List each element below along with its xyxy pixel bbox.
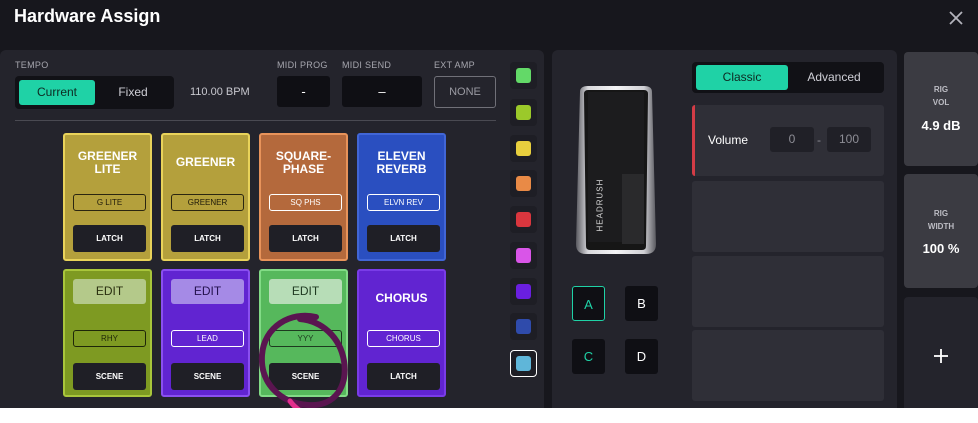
midi-prog-label: MIDI PROG xyxy=(277,60,328,70)
swatch-dot xyxy=(516,319,531,334)
mode-advanced-option[interactable]: Advanced xyxy=(788,65,880,90)
footswitch-name: GREENER LITE xyxy=(77,149,138,176)
tempo-toggle: Current Fixed xyxy=(15,76,174,109)
mode-classic-option[interactable]: Classic xyxy=(696,65,788,90)
mode-toggle: Classic Advanced xyxy=(692,62,884,93)
annotation-circle xyxy=(258,312,348,408)
hardware-assign-window: Hardware Assign TEMPO Current Fixed 110.… xyxy=(0,0,978,408)
rig-width-value: 100 % xyxy=(922,241,960,256)
color-swatch-green[interactable] xyxy=(510,62,537,89)
latch-button[interactable]: LATCH xyxy=(269,225,342,252)
divider xyxy=(15,120,496,121)
midi-prog-field[interactable]: - xyxy=(277,76,330,107)
latch-button[interactable]: LATCH xyxy=(171,225,244,252)
footswitch-name: ELEVEN REVERB xyxy=(376,149,427,176)
assignment-slot-4[interactable] xyxy=(692,330,884,401)
swatch-dot xyxy=(516,212,531,227)
footswitch-name: CHORUS xyxy=(375,291,428,305)
range-max-field[interactable]: 100 xyxy=(827,127,871,152)
swatch-dot xyxy=(516,141,531,156)
close-button[interactable] xyxy=(945,7,967,29)
footswitch-6[interactable]: EDIT LEAD SCENE xyxy=(161,269,250,397)
footswitch-4[interactable]: ELEVEN REVERB ELVN REV LATCH xyxy=(357,133,446,261)
expression-pedal-image xyxy=(576,86,656,254)
color-swatch-purple[interactable] xyxy=(510,278,537,305)
range-separator: - xyxy=(817,133,821,147)
pedal-button-a[interactable]: A xyxy=(572,286,605,321)
pedal-button-c[interactable]: C xyxy=(572,339,605,374)
color-swatch-blue[interactable] xyxy=(510,313,537,340)
edit-button[interactable]: EDIT xyxy=(73,279,146,304)
swatch-dot xyxy=(516,248,531,263)
rig-width-card[interactable]: RIG WIDTH 100 % xyxy=(904,174,978,288)
rig-vol-value: 4.9 dB xyxy=(921,118,961,133)
color-swatch-red[interactable] xyxy=(510,206,537,233)
footswitch-label[interactable]: CHORUS xyxy=(367,330,440,347)
footswitch-label[interactable]: LEAD xyxy=(171,330,244,347)
latch-button[interactable]: LATCH xyxy=(367,225,440,252)
bpm-readout: 110.00 BPM xyxy=(190,86,250,98)
window-title: Hardware Assign xyxy=(14,6,161,26)
range-min-field[interactable]: 0 xyxy=(770,127,814,152)
swatch-dot xyxy=(516,68,531,83)
color-swatch-lime[interactable] xyxy=(510,99,537,126)
close-icon[interactable] xyxy=(945,7,967,29)
footswitch-label[interactable]: G LITE xyxy=(73,194,146,211)
footswitch-2[interactable]: GREENER GREENER LATCH xyxy=(161,133,250,261)
plus-icon[interactable] xyxy=(933,348,949,364)
footswitch-label[interactable]: RHY xyxy=(73,330,146,347)
footswitch-1[interactable]: GREENER LITE G LITE LATCH xyxy=(63,133,152,261)
color-swatch-yellow[interactable] xyxy=(510,135,537,162)
footswitch-name: GREENER xyxy=(175,155,236,169)
assignment-slot-2[interactable] xyxy=(692,181,884,252)
pedal-brand-text: HEADRUSH xyxy=(595,178,605,232)
footswitch-label[interactable]: SQ PHS xyxy=(269,194,342,211)
edit-button[interactable]: EDIT xyxy=(171,279,244,304)
footswitch-name: SQUARE- PHASE xyxy=(275,149,332,176)
pedal-button-b[interactable]: B xyxy=(625,286,658,321)
ext-amp-label: EXT AMP xyxy=(434,60,475,70)
midi-send-label: MIDI SEND xyxy=(342,60,392,70)
swatch-dot xyxy=(516,356,531,371)
rig-vol-label: RIG VOL xyxy=(932,85,950,107)
latch-button[interactable]: LATCH xyxy=(73,225,146,252)
color-swatch-light-blue[interactable] xyxy=(510,350,537,377)
midi-send-field[interactable]: – xyxy=(342,76,422,107)
assignment-name: Volume xyxy=(708,133,749,147)
rig-width-label: RIG WIDTH xyxy=(927,209,955,231)
scene-button[interactable]: SCENE xyxy=(73,363,146,390)
tempo-current-option[interactable]: Current xyxy=(19,80,95,105)
footswitch-8[interactable]: CHORUS CHORUS LATCH xyxy=(357,269,446,397)
color-swatch-pink[interactable] xyxy=(510,242,537,269)
assignment-slot-1[interactable]: Volume 0 - 100 xyxy=(692,105,884,176)
tempo-fixed-option[interactable]: Fixed xyxy=(97,80,169,105)
latch-button[interactable]: LATCH xyxy=(367,363,440,390)
swatch-dot xyxy=(516,284,531,299)
color-swatch-orange[interactable] xyxy=(510,170,537,197)
swatch-dot xyxy=(516,105,531,120)
pedal-button-d[interactable]: D xyxy=(625,339,658,374)
swatch-dot xyxy=(516,176,531,191)
footswitch-3[interactable]: SQUARE- PHASE SQ PHS LATCH xyxy=(259,133,348,261)
add-button[interactable] xyxy=(904,297,978,408)
assignment-slot-3[interactable] xyxy=(692,256,884,327)
rig-vol-card[interactable]: RIG VOL 4.9 dB xyxy=(904,52,978,166)
scene-button[interactable]: SCENE xyxy=(171,363,244,390)
edit-button[interactable]: EDIT xyxy=(269,279,342,304)
footswitch-label[interactable]: GREENER xyxy=(171,194,244,211)
ext-amp-button[interactable]: NONE xyxy=(434,76,496,108)
tempo-label: TEMPO xyxy=(15,60,49,70)
footswitch-5[interactable]: EDIT RHY SCENE xyxy=(63,269,152,397)
footswitch-label[interactable]: ELVN REV xyxy=(367,194,440,211)
